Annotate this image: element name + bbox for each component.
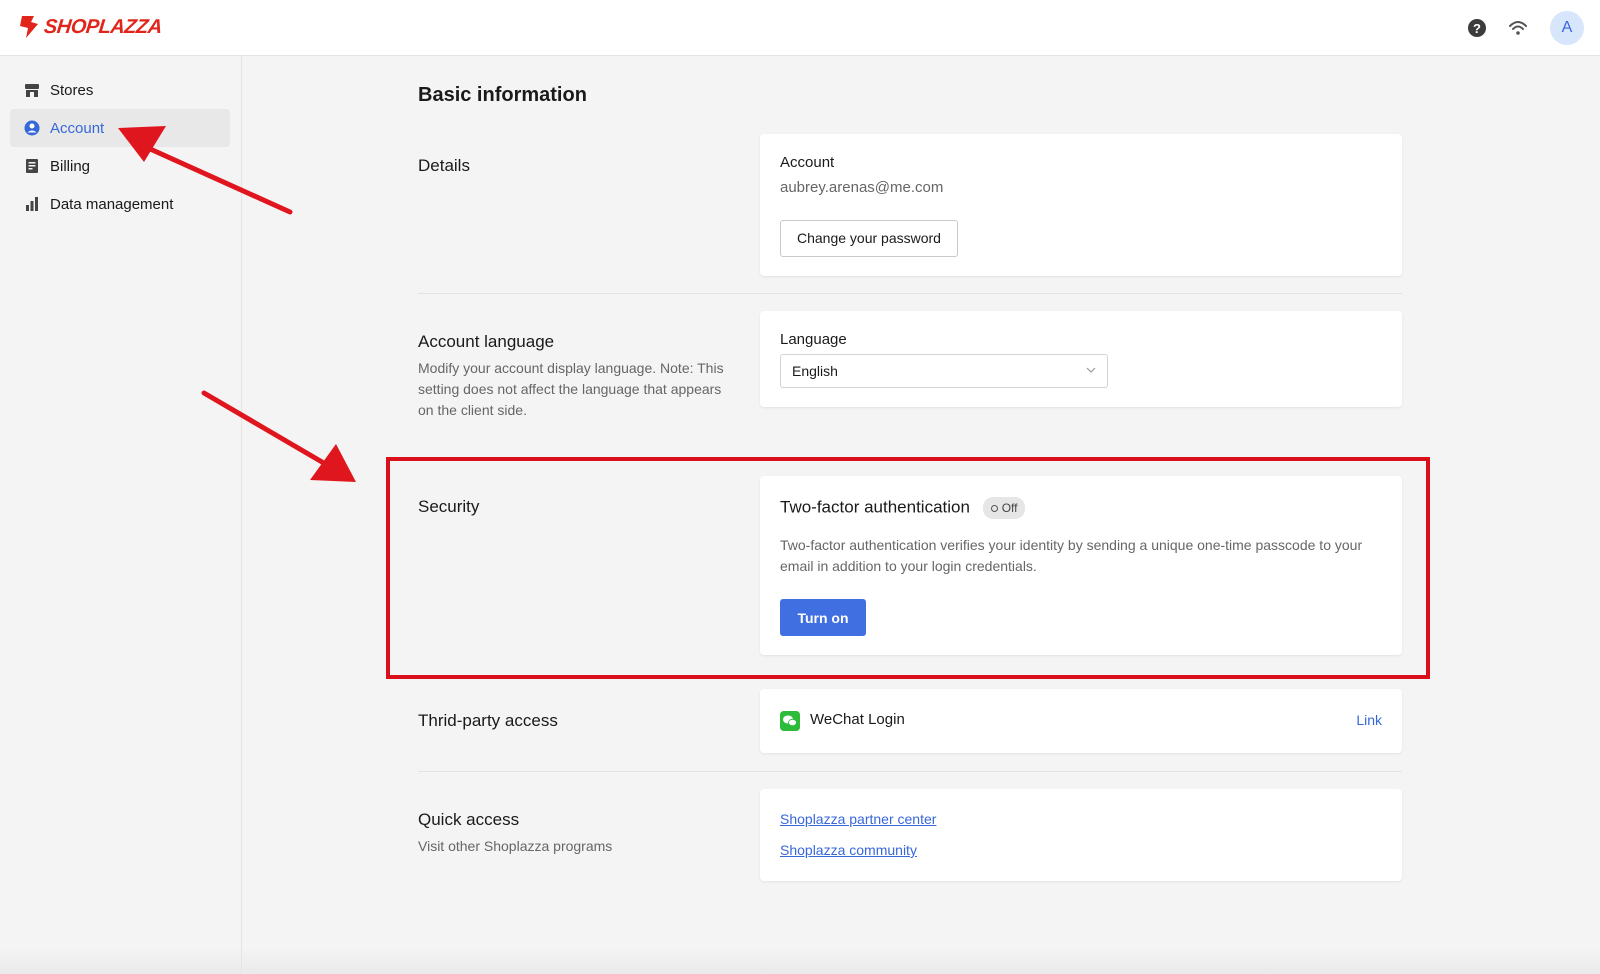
sidebar-item-billing[interactable]: Billing — [10, 147, 230, 185]
community-link[interactable]: Shoplazza community — [780, 842, 917, 858]
third-party-section-label: Thrid-party access — [418, 711, 558, 730]
quick-access-description: Visit other Shoplazza programs — [418, 838, 613, 854]
link-wechat-button[interactable]: Link — [1356, 712, 1382, 728]
store-icon — [25, 84, 39, 97]
page-title: Basic information — [418, 84, 587, 106]
top-icons: ? A — [1468, 11, 1584, 45]
avatar[interactable]: A — [1550, 11, 1584, 45]
details-card: Account aubrey.arenas@me.com Change your… — [760, 134, 1402, 276]
top-bar: SHOPLAZZA ? A — [0, 0, 1600, 56]
bar-chart-icon — [26, 197, 38, 211]
quick-access-card: Shoplazza partner center Shoplazza commu… — [760, 789, 1402, 881]
sidebar-item-stores[interactable]: Stores — [10, 71, 230, 109]
quick-access-section-label: Quick access — [418, 810, 520, 829]
sidebar-item-data-management[interactable]: Data management — [10, 185, 230, 223]
divider — [418, 771, 1402, 772]
brand-name: SHOPLAZZA — [42, 15, 163, 38]
divider — [418, 293, 1402, 294]
user-circle-icon — [24, 120, 40, 136]
language-section-label: Account language — [418, 332, 555, 351]
wechat-login-label: WeChat Login — [810, 711, 905, 728]
sidebar-item-label: Account — [50, 119, 105, 137]
shoplazza-logo-icon — [20, 16, 38, 38]
partner-center-link[interactable]: Shoplazza partner center — [780, 811, 936, 827]
wifi-icon[interactable] — [1508, 19, 1528, 37]
sidebar-item-account[interactable]: Account — [10, 109, 230, 147]
language-card: Language English — [760, 311, 1402, 407]
language-select-value: English — [792, 363, 838, 379]
question-circle-icon[interactable]: ? — [1468, 19, 1486, 37]
language-section-description: Modify your account display language. No… — [418, 360, 724, 418]
third-party-card: WeChat Login Link — [760, 689, 1402, 753]
shoplazza-logo[interactable]: SHOPLAZZA — [16, 14, 163, 40]
details-section-label: Details — [418, 156, 470, 175]
sidebar-item-label: Data management — [50, 195, 174, 213]
language-select[interactable]: English — [780, 354, 1108, 388]
security-highlight-box — [386, 457, 1430, 679]
sidebar-item-label: Billing — [50, 157, 91, 175]
document-icon — [26, 159, 38, 173]
language-field-label: Language — [780, 331, 847, 348]
account-email: aubrey.arenas@me.com — [780, 179, 944, 196]
account-label: Account — [780, 154, 835, 171]
sidebar: Stores Account Billing Data management — [0, 56, 242, 974]
wechat-icon — [780, 711, 800, 731]
chevron-down-icon — [1086, 367, 1096, 373]
sidebar-item-label: Stores — [50, 81, 94, 99]
bottom-edge — [0, 948, 1600, 974]
change-password-button[interactable]: Change your password — [780, 220, 958, 257]
